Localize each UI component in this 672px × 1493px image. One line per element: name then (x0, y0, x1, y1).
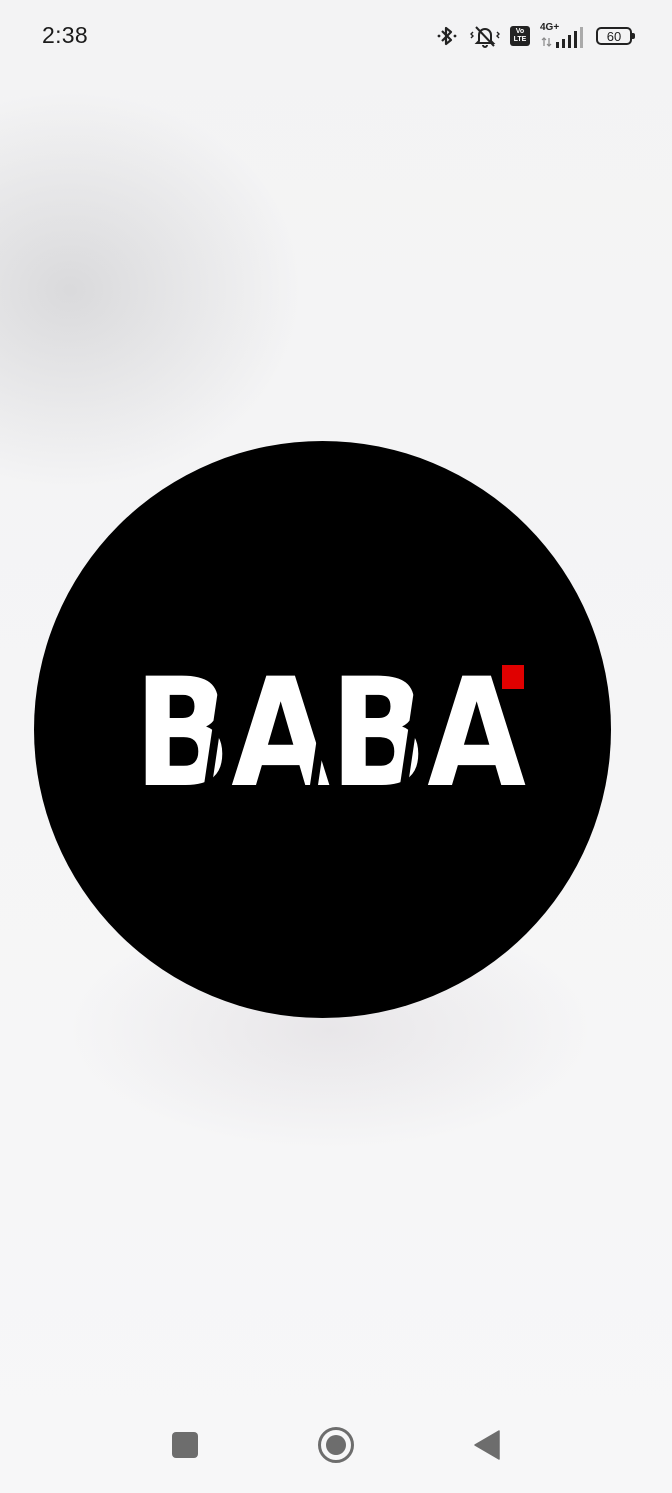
battery-icon: 60 (596, 27, 635, 45)
home-button[interactable] (312, 1421, 360, 1469)
battery-level: 60 (606, 28, 622, 44)
back-button[interactable] (463, 1421, 511, 1469)
logo-accent-square (502, 665, 524, 689)
back-triangle-icon (474, 1430, 500, 1460)
muted-vibrate-icon (470, 26, 500, 48)
recents-button[interactable] (161, 1421, 209, 1469)
volte-top: Vo (515, 28, 525, 35)
baba-logo: BABA (134, 647, 526, 821)
status-bar: 2:38 Vo LTE 4G+ 60 (0, 0, 672, 72)
status-icons: Vo LTE 4G+ 60 (434, 22, 635, 50)
bluetooth-icon (437, 26, 457, 46)
volte-icon: Vo LTE (510, 26, 530, 46)
circle-icon (318, 1427, 354, 1463)
splash-logo: BABA (34, 441, 611, 1018)
signal-icon: 4G+ (540, 22, 586, 50)
clock: 2:38 (42, 22, 88, 48)
square-icon (172, 1432, 198, 1458)
navigation-bar (0, 1403, 672, 1493)
volte-bottom: LTE (513, 36, 527, 43)
